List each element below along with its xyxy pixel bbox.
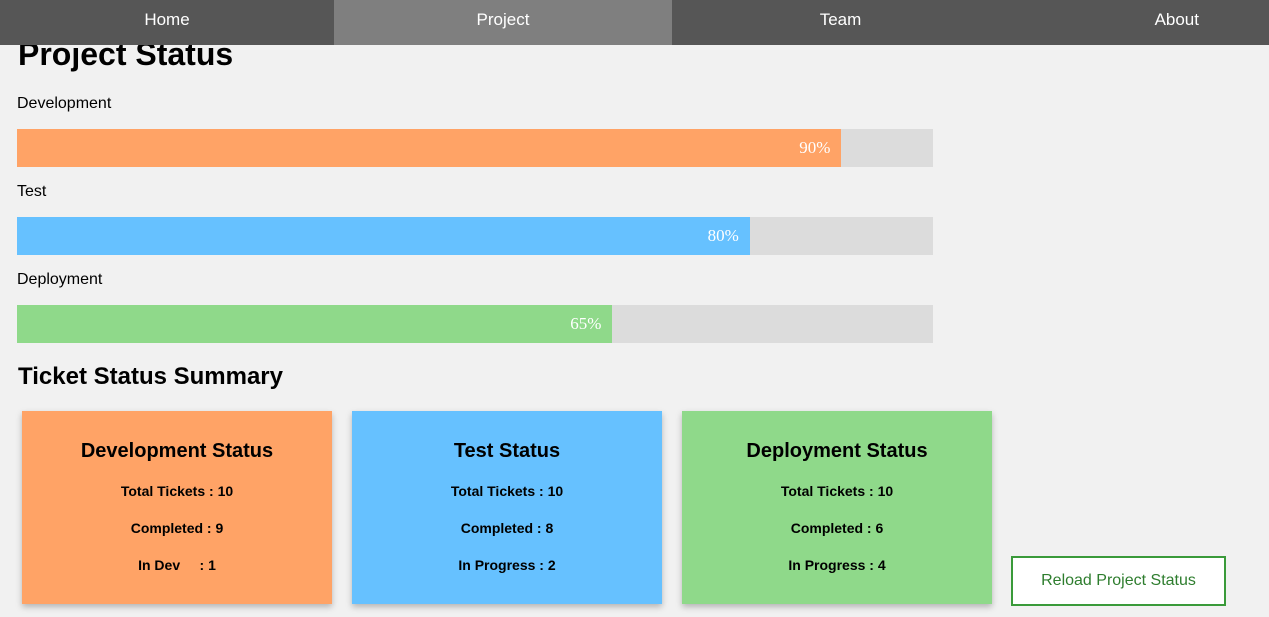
card-total-tickets: Total Tickets : 10 (450, 483, 564, 499)
development-status-card: Development Status Total Tickets : 10 Co… (22, 411, 332, 604)
card-completed: Completed : 6 (790, 520, 884, 536)
page: Home Project Team About Project Status D… (0, 0, 1269, 617)
card-title: Test Status (453, 440, 561, 462)
progress-bar-deployment: 65% (17, 305, 933, 343)
top-nav: Home Project Team About (0, 0, 1269, 45)
progress-fill-deployment: 65% (17, 305, 613, 343)
progress-fill-test: 80% (17, 217, 750, 255)
reload-project-status-button[interactable]: Reload Project Status (1011, 556, 1226, 606)
ticket-summary-title: Ticket Status Summary (18, 363, 283, 390)
progress-label-deployment: Deployment (17, 271, 103, 288)
progress-percent-test: 80% (707, 226, 739, 245)
card-in-progress: In Progress : 4 (788, 557, 886, 573)
progress-bar-development: 90% (17, 129, 933, 167)
card-in-progress: In Progress : 2 (458, 557, 556, 573)
progress-label-development: Development (17, 95, 112, 112)
progress-percent-deployment: 65% (570, 314, 602, 333)
progress-label-test: Test (17, 183, 47, 200)
card-completed: Completed : 9 (130, 520, 224, 536)
progress-bar-test: 80% (17, 217, 933, 255)
card-title: Deployment Status (746, 440, 928, 462)
card-completed: Completed : 8 (460, 520, 554, 536)
card-total-tickets: Total Tickets : 10 (120, 483, 234, 499)
nav-item-home[interactable]: Home (0, 0, 334, 45)
progress-percent-development: 90% (799, 138, 831, 157)
nav-item-project[interactable]: Project (334, 0, 672, 45)
card-total-tickets: Total Tickets : 10 (780, 483, 894, 499)
card-title: Development Status (80, 440, 274, 462)
card-in-dev: In Dev : 1 (138, 557, 216, 573)
progress-fill-development: 90% (17, 129, 842, 167)
nav-item-about[interactable]: About (1009, 0, 1269, 45)
nav-item-team[interactable]: Team (672, 0, 1009, 45)
test-status-card: Test Status Total Tickets : 10 Completed… (352, 411, 662, 604)
deployment-status-card: Deployment Status Total Tickets : 10 Com… (682, 411, 992, 604)
